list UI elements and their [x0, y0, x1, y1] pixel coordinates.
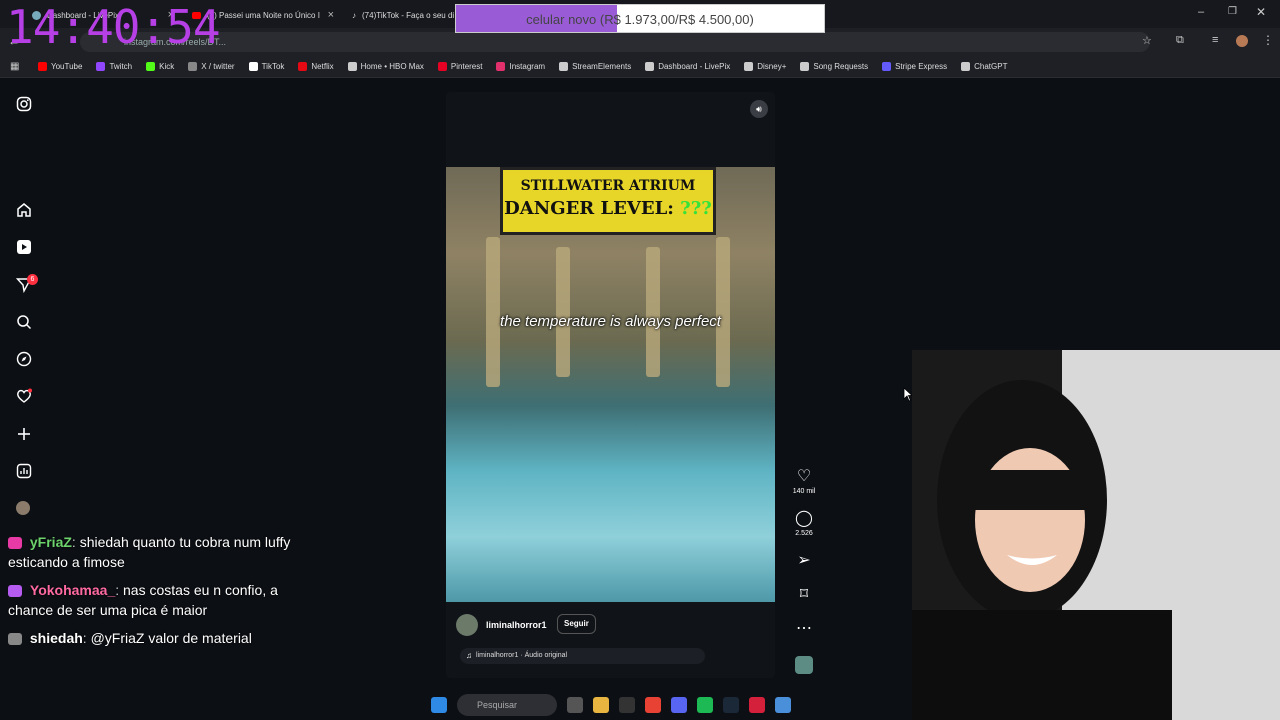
maximize-icon[interactable]: ❐ — [1228, 6, 1237, 17]
heart-icon: ♡ — [796, 468, 812, 485]
webcam-feed — [912, 350, 1280, 720]
bookmark-item[interactable]: ChatGPT — [961, 62, 1007, 71]
bookmark-item[interactable]: Pinterest — [437, 62, 482, 71]
task-view-icon[interactable] — [567, 697, 583, 713]
extensions-icon[interactable]: ⧉ — [1176, 34, 1184, 47]
bookmark-favicon-icon — [645, 62, 655, 71]
profile-avatar[interactable] — [1236, 35, 1248, 47]
bookmark-item[interactable]: Kick — [146, 62, 174, 71]
follow-button[interactable]: Seguir — [557, 614, 596, 634]
minimize-icon[interactable]: – — [1198, 6, 1204, 18]
bookmark-favicon-icon — [38, 62, 47, 71]
bookmark-favicon-icon — [437, 62, 447, 71]
heart-notifications-icon[interactable] — [16, 388, 32, 404]
bookmark-favicon-icon — [559, 62, 569, 71]
bookmark-item[interactable]: Disney+ — [744, 62, 786, 71]
bookmark-favicon-icon — [146, 62, 156, 71]
video-caption: the temperature is always perfect — [500, 313, 721, 330]
badge-icon — [8, 633, 22, 646]
chat-message: yFriaZ: shiedah quanto tu cobra num luff… — [8, 534, 291, 570]
bookmark-item[interactable]: Dashboard - LivePix — [645, 62, 730, 71]
stream-chat-overlay: yFriaZ: shiedah quanto tu cobra num luff… — [8, 532, 298, 656]
stream-clock: 14:40:54 — [6, 0, 221, 54]
star-icon[interactable]: ☆ — [1142, 34, 1152, 47]
bookmark-item[interactable]: Home • HBO Max — [347, 62, 424, 71]
app-icon[interactable] — [775, 697, 791, 713]
bookmark-favicon-icon — [188, 62, 198, 71]
goal-text: celular novo (R$ 1.973,00/R$ 4.500,00) — [526, 12, 754, 27]
volume-icon[interactable]: 🔊︎ — [750, 100, 768, 118]
obs-icon[interactable] — [619, 697, 635, 713]
bookmarks-bar: ▦ YouTube Twitch Kick X / twitter TikTok Netf… — [0, 56, 1280, 78]
send-icon: ➢ — [797, 552, 811, 569]
badge-icon — [8, 585, 22, 598]
creator-avatar[interactable] — [456, 614, 478, 636]
more-button[interactable]: ⋯ — [780, 620, 828, 638]
bookmark-item[interactable]: Netflix — [298, 62, 334, 71]
discord-icon[interactable] — [671, 697, 687, 713]
steam-icon[interactable] — [723, 697, 739, 713]
tiktok-icon: ♪ — [352, 10, 356, 20]
bookmark-item[interactable]: Twitch — [96, 62, 132, 71]
taskbar-search[interactable]: Pesquisar — [457, 694, 557, 716]
bookmark-item[interactable]: Stripe Express — [882, 62, 947, 71]
bookmark-item[interactable]: StreamElements — [559, 62, 631, 71]
reels-icon[interactable] — [16, 239, 32, 255]
like-button[interactable]: ♡ 140 mil — [780, 468, 828, 495]
share-button[interactable]: ➢ — [780, 552, 828, 570]
danger-sign: STILLWATER ATRIUM DANGER LEVEL: ??? — [500, 167, 716, 235]
bookmark-favicon-icon — [744, 62, 754, 71]
chat-message: shiedah: @yFriaZ valor de material — [8, 628, 298, 648]
audio-thumbnail[interactable] — [780, 656, 828, 674]
bookmark-icon: ⌑ — [799, 586, 809, 603]
reel-player[interactable]: 🔊︎ STILLWATER ATRIUM DANGER LEVEL: ??? t… — [446, 92, 775, 678]
music-note-icon: ♫ — [466, 651, 472, 660]
windows-taskbar: Pesquisar — [425, 690, 865, 720]
comment-button[interactable]: ◯ 2.526 — [780, 510, 828, 537]
notification-badge: 6 — [27, 274, 38, 285]
chrome-icon[interactable] — [645, 697, 661, 713]
bookmark-favicon-icon — [961, 62, 971, 71]
instagram-logo-icon[interactable] — [16, 96, 32, 112]
bookmark-favicon-icon — [882, 62, 892, 71]
more-options-icon[interactable]: ⋮ — [1262, 33, 1274, 47]
apps-grid-icon[interactable]: ▦ — [10, 61, 19, 72]
home-icon[interactable] — [16, 202, 32, 218]
audio-pill[interactable]: ♫ liminalhorror1 · Áudio original — [460, 648, 705, 664]
reel-video-frame[interactable]: STILLWATER ATRIUM DANGER LEVEL: ??? the … — [446, 167, 775, 602]
creator-username[interactable]: liminalhorror1 — [486, 620, 547, 630]
bookmark-item[interactable]: X / twitter — [188, 62, 235, 71]
bookmark-favicon-icon — [298, 62, 308, 71]
more-dots-icon: ⋯ — [796, 620, 812, 637]
bookmark-item[interactable]: Song Requests — [800, 62, 868, 71]
windows-start-icon[interactable] — [431, 697, 447, 713]
profile-avatar[interactable] — [16, 501, 30, 515]
bookmark-favicon-icon — [347, 62, 357, 71]
close-window-icon[interactable]: ✕ — [1256, 5, 1266, 19]
close-tab-icon[interactable]: × — [328, 9, 334, 21]
file-explorer-icon[interactable] — [593, 697, 609, 713]
bookmark-favicon-icon — [496, 62, 506, 71]
badge-icon — [8, 537, 22, 550]
chat-message: Yokohamaa_: nas costas eu n confio, a ch… — [8, 582, 278, 618]
search-icon[interactable] — [16, 314, 32, 330]
bookmark-favicon-icon — [96, 62, 106, 71]
create-plus-icon[interactable] — [16, 426, 32, 442]
dashboard-icon[interactable] — [16, 463, 32, 479]
bookmark-favicon-icon — [248, 62, 258, 71]
bookmark-favicon-icon — [800, 62, 810, 71]
tab-tiktok[interactable]: ♪ (74)TikTok - Faça o seu di — [344, 4, 454, 26]
bookmark-item[interactable]: TikTok — [248, 62, 284, 71]
instagram-sidebar: 6 — [0, 80, 48, 540]
media-player-icon[interactable] — [749, 697, 765, 713]
save-button[interactable]: ⌑ — [780, 586, 828, 604]
spotify-icon[interactable] — [697, 697, 713, 713]
explore-icon[interactable] — [16, 351, 32, 367]
comment-bubble-icon: ◯ — [795, 510, 813, 527]
bookmark-item[interactable]: Instagram — [496, 62, 545, 71]
bookmark-item[interactable]: YouTube — [38, 62, 82, 71]
menu-icon[interactable]: ≡ — [1212, 34, 1218, 46]
url-field[interactable]: instagram.com/reels/DT... — [80, 32, 1150, 52]
donation-goal-bar: celular novo (R$ 1.973,00/R$ 4.500,00) — [455, 4, 825, 33]
